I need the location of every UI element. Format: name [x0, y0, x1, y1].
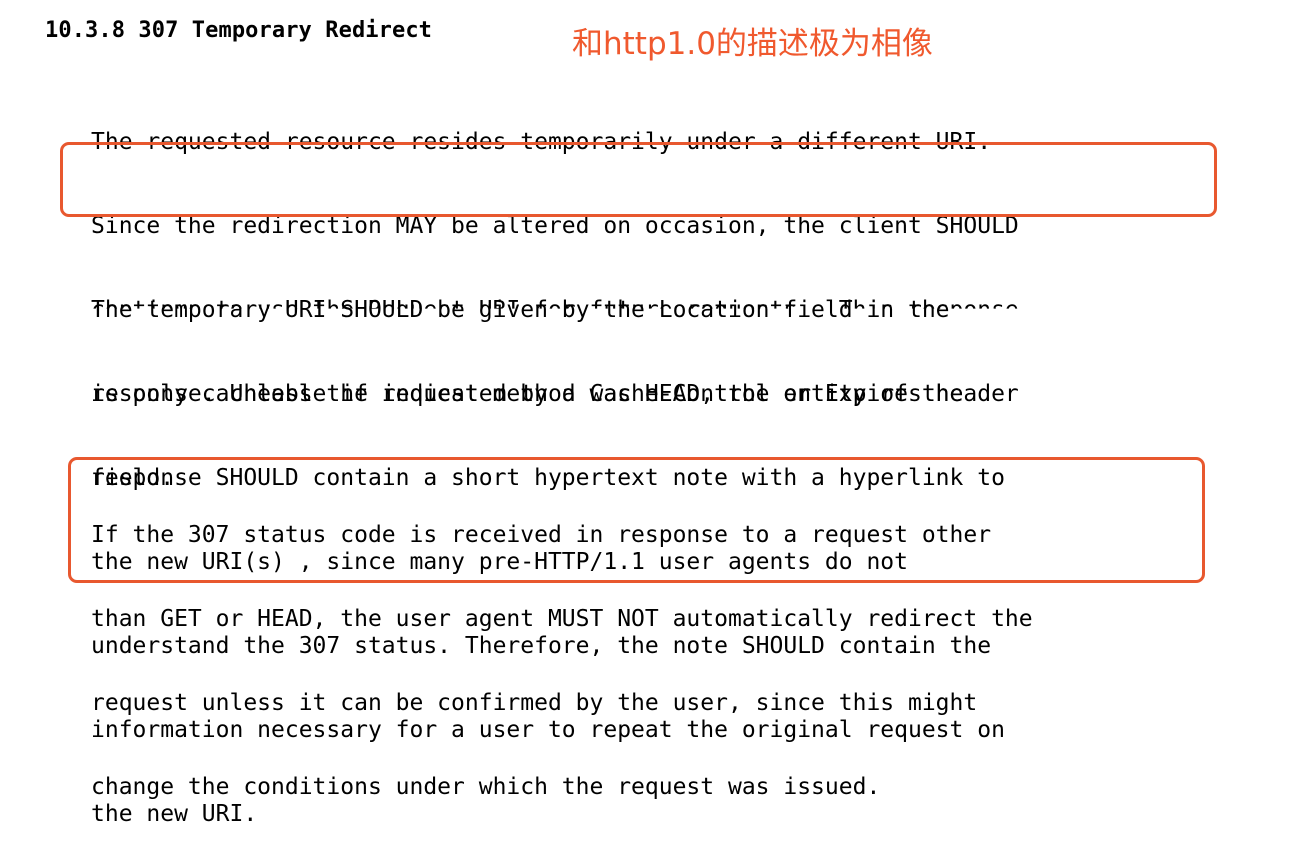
paragraph-line: The temporary URI SHOULD be given by the… — [91, 297, 950, 323]
paragraph-line: Since the redirection MAY be altered on … — [91, 213, 1019, 239]
paragraph-line: change the conditions under which the re… — [91, 774, 881, 800]
paragraph-line: than GET or HEAD, the user agent MUST NO… — [91, 606, 1033, 632]
paragraph-line: The requested resource resides temporari… — [91, 129, 992, 155]
paragraph-redirect-confirmation: If the 307 status code is received in re… — [91, 465, 1033, 829]
paragraph-line: response. Unless the request method was … — [91, 381, 964, 407]
paragraph-line: request unless it can be confirmed by th… — [91, 690, 978, 716]
section-heading: 10.3.8 307 Temporary Redirect — [45, 18, 433, 43]
paragraph-line: If the 307 status code is received in re… — [91, 522, 992, 548]
annotation-note: 和http1.0的描述极为相像 — [572, 26, 933, 62]
